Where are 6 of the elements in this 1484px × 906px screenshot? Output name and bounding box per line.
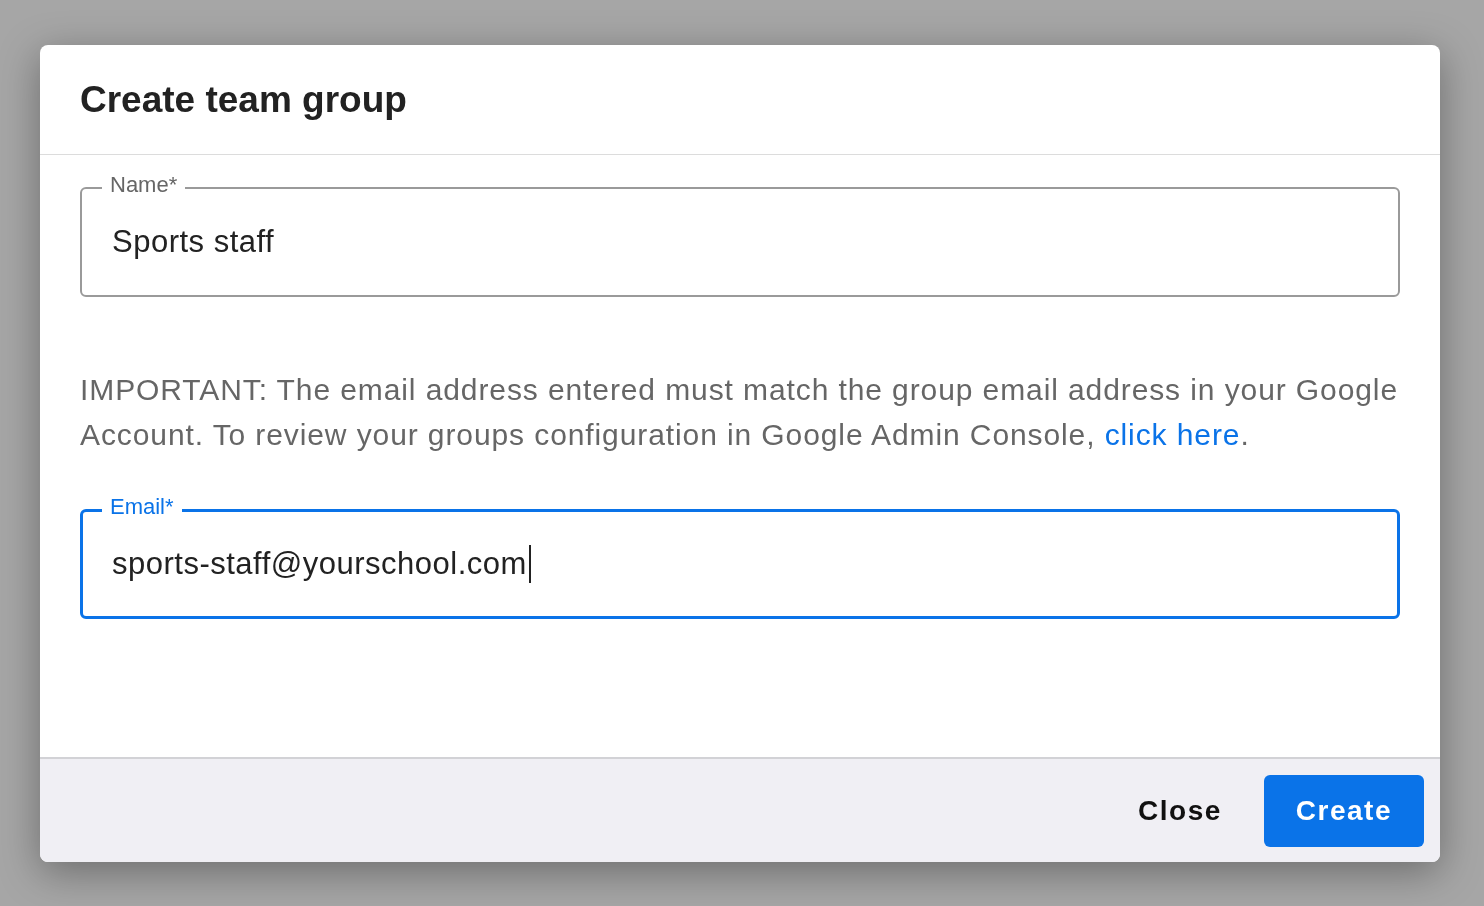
text-cursor bbox=[528, 545, 531, 583]
click-here-link[interactable]: click here bbox=[1104, 418, 1241, 451]
dialog-title: Create team group bbox=[80, 78, 407, 121]
notice-text: IMPORTANT: The email address entered must match the group email address in your Google Account. To review your groups configuration in Google Admin Console, click here. bbox=[80, 372, 1399, 453]
create-button[interactable]: Create bbox=[1263, 774, 1424, 847]
close-button[interactable]: Close bbox=[1136, 774, 1224, 847]
